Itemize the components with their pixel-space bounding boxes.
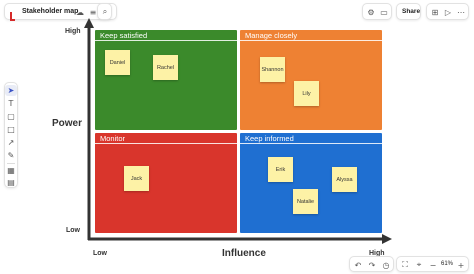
undo-icon[interactable]: ↶ bbox=[351, 258, 365, 272]
sticky-note[interactable]: Daniel bbox=[105, 50, 130, 75]
sticky-note[interactable]: Jack bbox=[124, 166, 149, 191]
zoom-out-icon[interactable]: − bbox=[426, 258, 440, 272]
zoom-level[interactable]: 61% bbox=[441, 261, 453, 267]
sticky-note[interactable]: Alyssa bbox=[332, 167, 357, 192]
quadrant-monitor[interactable]: Monitor Jack bbox=[95, 133, 237, 233]
zoom-in-icon[interactable]: + bbox=[454, 258, 468, 272]
fit-to-screen-icon[interactable]: ⛶ bbox=[398, 258, 412, 272]
quadrant-title: Monitor bbox=[95, 133, 237, 144]
sticky-note[interactable]: Shannon bbox=[260, 57, 285, 82]
quadrant-title: Keep satisfied bbox=[95, 30, 237, 41]
sticky-note[interactable]: Lily bbox=[294, 81, 319, 106]
quadrant-title: Manage closely bbox=[240, 30, 382, 41]
redo-icon[interactable]: ↷ bbox=[365, 258, 379, 272]
location-icon[interactable]: ⌖ bbox=[412, 258, 426, 272]
quadrant-manage-closely[interactable]: Manage closely Shannon Lily bbox=[240, 30, 382, 130]
sticky-note[interactable]: Erik bbox=[268, 157, 293, 182]
sticky-note[interactable]: Natalie bbox=[293, 189, 318, 214]
quadrant-title: Keep informed bbox=[240, 133, 382, 144]
history-icon[interactable]: ◷ bbox=[379, 258, 393, 272]
quadrant-keep-informed[interactable]: Keep informed Erik Alyssa Natalie bbox=[240, 133, 382, 233]
x-axis-arrowhead bbox=[382, 234, 392, 244]
y-axis-arrowhead bbox=[84, 18, 94, 28]
zoom-panel: ⛶ ⌖ − 61% + bbox=[396, 256, 469, 272]
axes bbox=[84, 18, 392, 244]
history-panel: ↶ ↷ ◷ bbox=[349, 256, 394, 272]
sticky-note[interactable]: Rachel bbox=[153, 55, 178, 80]
quadrant-keep-satisfied[interactable]: Keep satisfied Daniel Rachel bbox=[95, 30, 237, 130]
